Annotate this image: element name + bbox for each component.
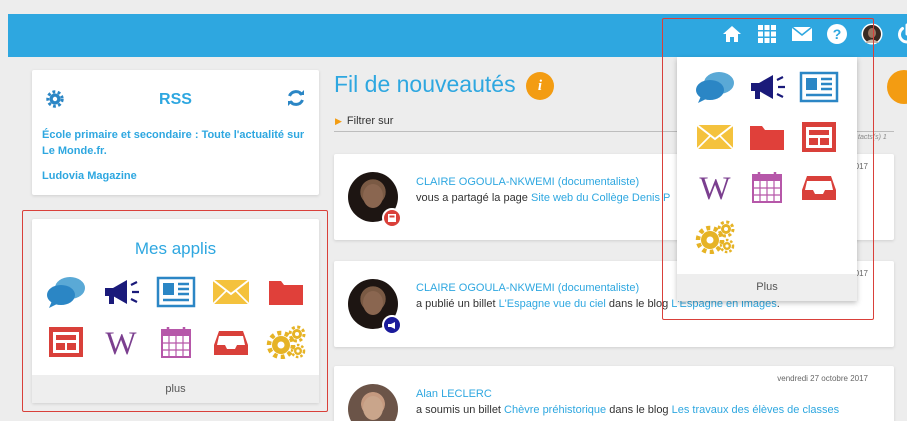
- tools-button[interactable]: [887, 70, 907, 104]
- post-author-link[interactable]: CLAIRE OGOULA-NKWEMI (documentaliste): [416, 176, 639, 188]
- refresh-icon[interactable]: [286, 88, 306, 113]
- filter-toggle[interactable]: ▶ Filtrer sur: [335, 115, 393, 127]
- rss-feed-link[interactable]: École primaire et secondaire : Toute l'a…: [42, 127, 312, 159]
- post-link[interactable]: L'Espagne vue du ciel: [499, 298, 606, 310]
- post-link[interactable]: Chèvre préhistorique: [504, 404, 606, 416]
- post-author-link[interactable]: Alan LECLERC: [416, 388, 492, 400]
- highlight-box: [662, 18, 874, 320]
- megaphone-badge-icon: [382, 315, 402, 335]
- rss-widget: RSS École primaire et secondaire : Toute…: [32, 70, 319, 195]
- filter-label: Filtrer sur: [346, 115, 394, 127]
- post-author-link[interactable]: CLAIRE OGOULA-NKWEMI (documentaliste): [416, 282, 639, 294]
- post-date: vendredi 27 octobre 2017: [777, 374, 868, 383]
- rss-feed-link[interactable]: Ludovia Magazine: [42, 168, 312, 184]
- caret-right-icon: ▶: [335, 116, 342, 126]
- news-feed-title: Fil de nouveautés: [334, 71, 516, 97]
- feed-post: Alan LECLERC a soumis un billet Chèvre p…: [334, 366, 894, 421]
- rss-title: RSS: [159, 91, 192, 108]
- post-link[interactable]: Site web du Collège Denis P: [531, 192, 670, 204]
- pad-badge-icon: [382, 208, 402, 228]
- highlight-box: [22, 210, 328, 412]
- info-icon[interactable]: i: [526, 72, 554, 100]
- post-text: a soumis un billet Chèvre préhistorique …: [416, 404, 840, 416]
- power-icon[interactable]: [895, 22, 907, 46]
- avatar[interactable]: [348, 384, 398, 421]
- blog-link[interactable]: Les travaux des élèves de classes: [672, 404, 840, 416]
